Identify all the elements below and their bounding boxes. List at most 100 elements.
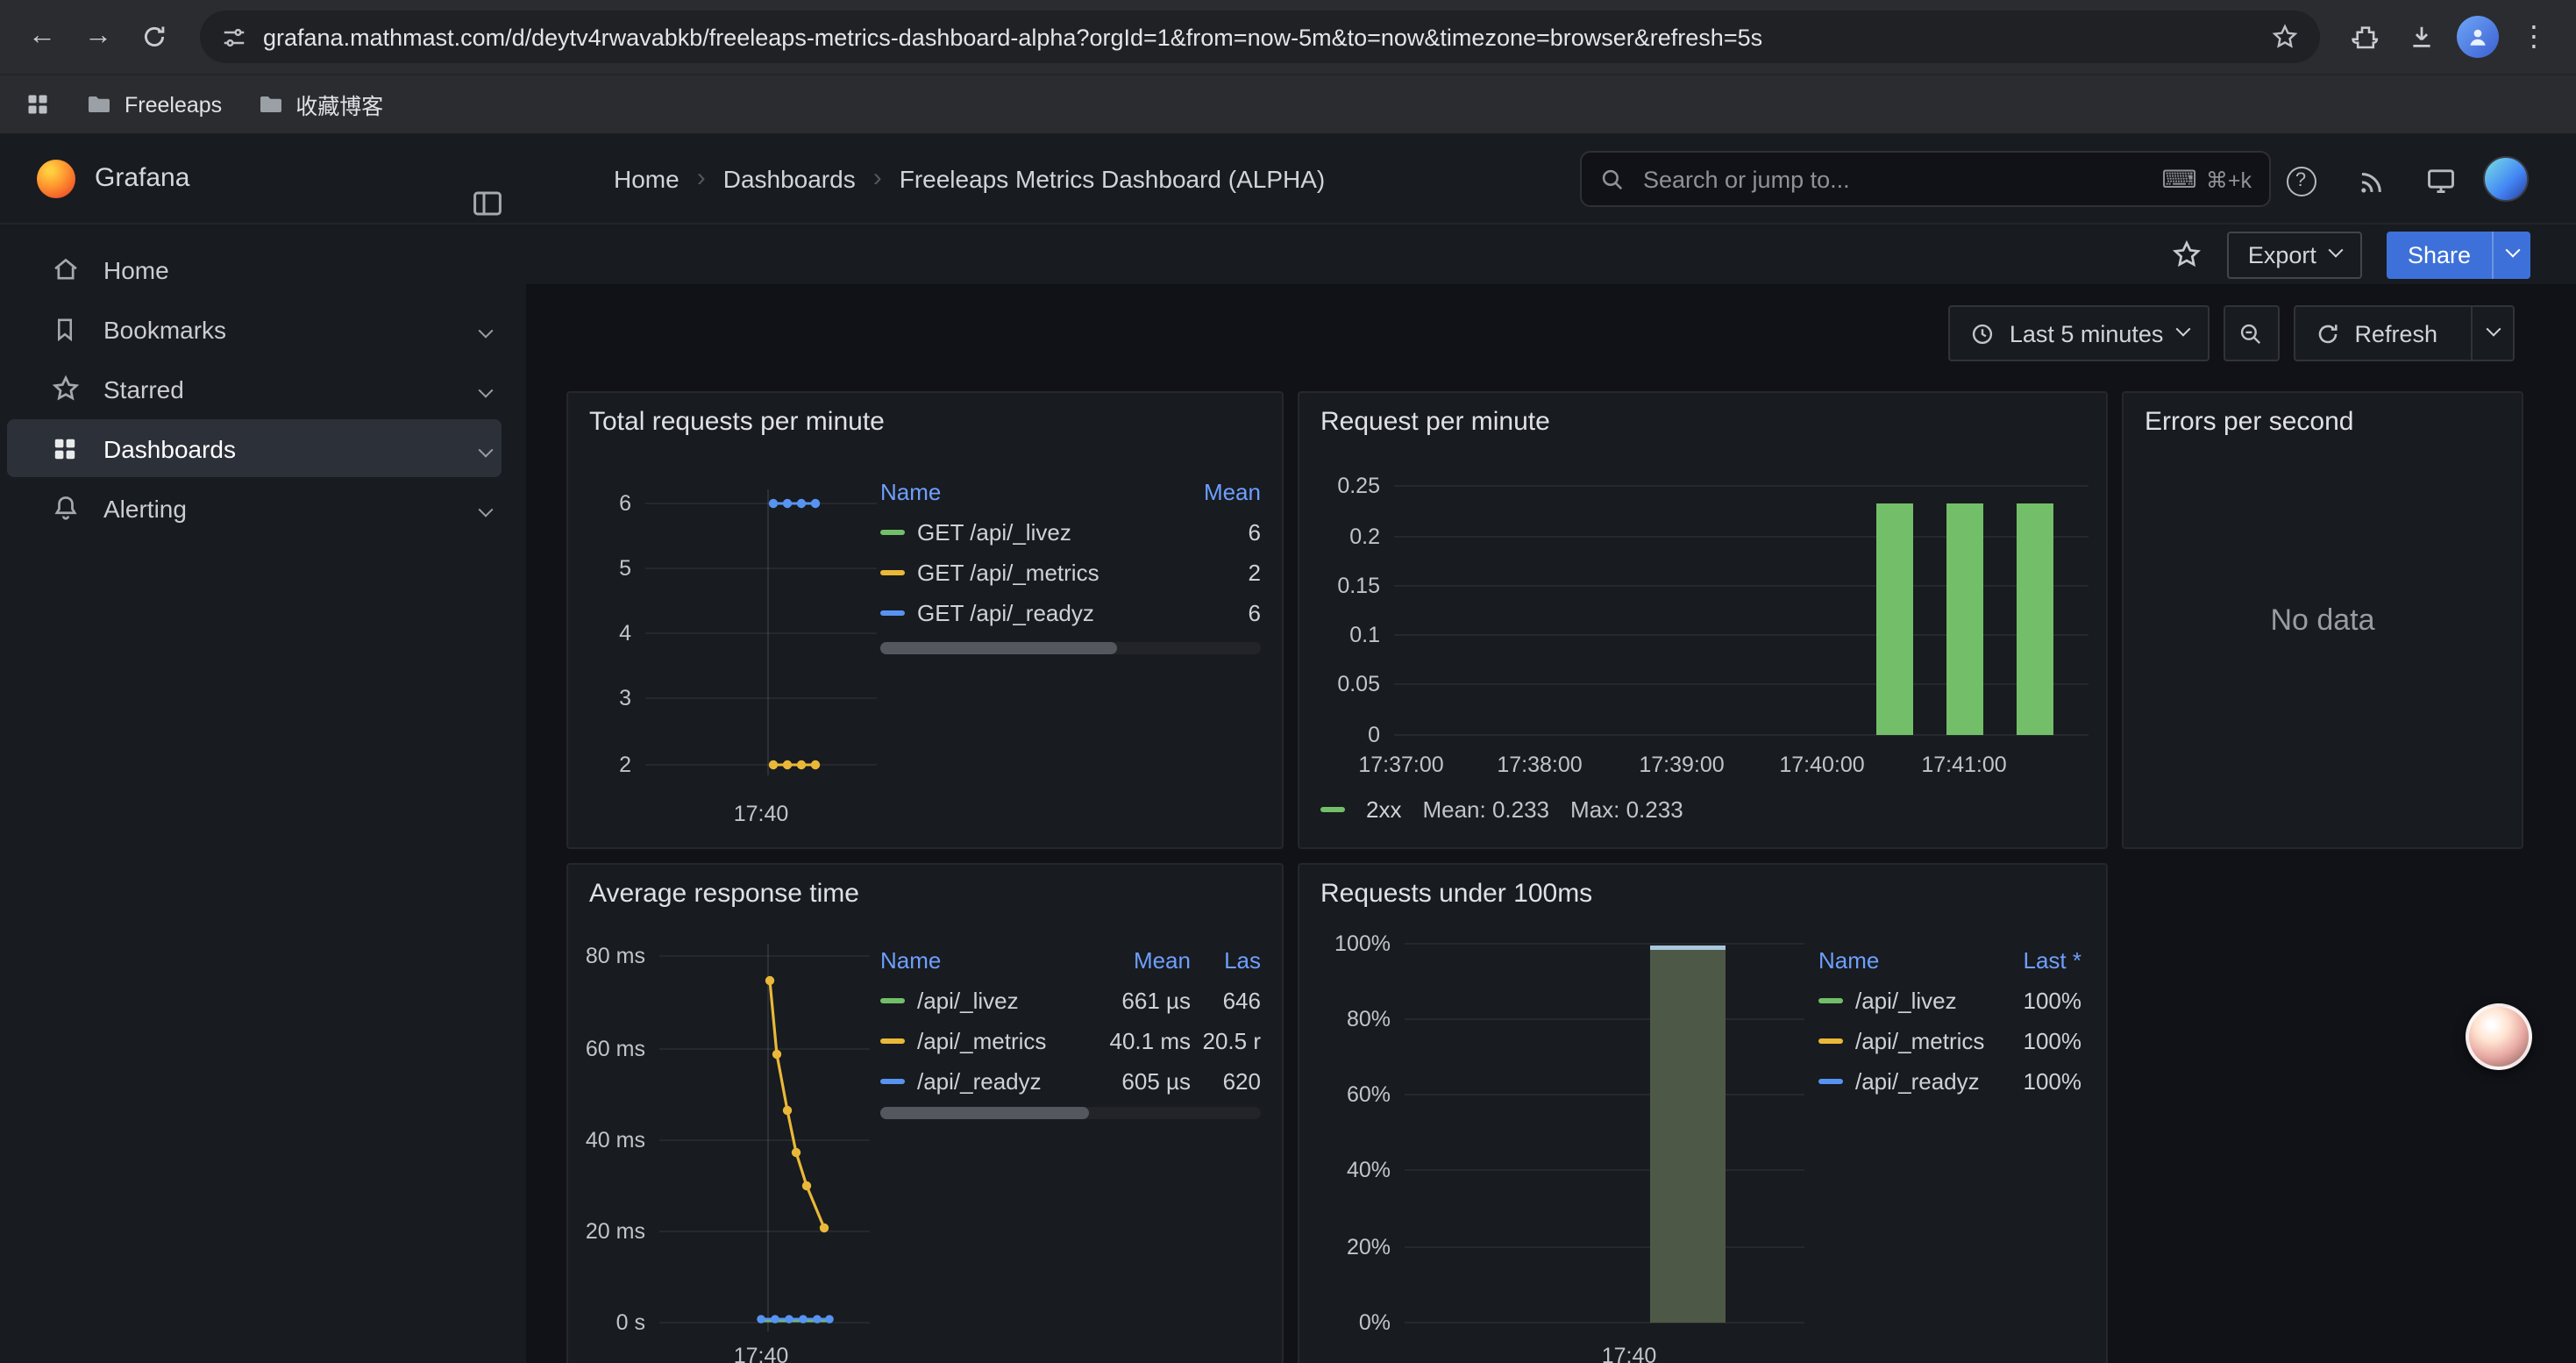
- dashboard-canvas: Last 5 minutes Refresh: [526, 284, 2576, 1363]
- chevron-down-icon[interactable]: [480, 494, 491, 522]
- share-dropdown-icon[interactable]: [2492, 231, 2530, 278]
- series-color-swatch: [880, 610, 905, 616]
- legend-row[interactable]: /api/_readyz 100%: [1818, 1061, 2081, 1102]
- legend-scrollbar[interactable]: [880, 1107, 1261, 1119]
- legend-col-name[interactable]: Name: [880, 946, 1061, 973]
- legend-table: Name Mean GET /api/_livez 6 GET /api/_me…: [880, 470, 1261, 633]
- url-text[interactable]: grafana.mathmast.com/d/deytv4rwavabkb/fr…: [263, 24, 2271, 50]
- panel-title[interactable]: Total requests per minute: [589, 407, 885, 437]
- svg-text:20 ms: 20 ms: [586, 1219, 645, 1244]
- news-rss-icon[interactable]: [2350, 160, 2392, 202]
- refresh-interval-dropdown[interactable]: [2471, 307, 2513, 360]
- reload-icon[interactable]: [130, 12, 179, 61]
- sidebar-item-alerting[interactable]: Alerting: [7, 479, 502, 537]
- legend-scrollbar[interactable]: [880, 642, 1261, 654]
- apps-grid-icon[interactable]: [25, 91, 51, 118]
- help-icon[interactable]: ?: [2280, 160, 2322, 202]
- svg-text:17:40: 17:40: [1602, 1344, 1657, 1363]
- legend-series-label[interactable]: 2xx: [1366, 796, 1401, 823]
- legend-col-last[interactable]: Las: [1191, 946, 1261, 973]
- breadcrumb: Home › Dashboards › Freeleaps Metrics Da…: [614, 163, 1325, 193]
- chevron-down-icon[interactable]: [480, 375, 491, 403]
- sidebar-toggle-icon[interactable]: [470, 185, 505, 220]
- sidebar-item-starred[interactable]: Starred: [7, 360, 502, 417]
- series-color-swatch: [880, 530, 905, 535]
- url-bar[interactable]: grafana.mathmast.com/d/deytv4rwavabkb/fr…: [200, 11, 2320, 63]
- extensions-icon[interactable]: [2341, 12, 2390, 61]
- zoom-out-icon: [2238, 320, 2264, 346]
- series-color-swatch: [1818, 998, 1843, 1003]
- svg-text:60%: 60%: [1347, 1082, 1391, 1107]
- svg-text:0%: 0%: [1359, 1310, 1391, 1335]
- folder-icon: [86, 91, 112, 118]
- legend-col-mean[interactable]: Mean: [1061, 946, 1191, 973]
- home-icon: [49, 253, 81, 285]
- chevron-down-icon[interactable]: [480, 434, 491, 462]
- display-icon[interactable]: [2420, 160, 2462, 202]
- legend-col-name[interactable]: Name: [880, 478, 1173, 504]
- forward-icon[interactable]: →: [74, 12, 123, 61]
- breadcrumb-separator: ›: [697, 163, 706, 193]
- panel-title[interactable]: Request per minute: [1320, 407, 1550, 437]
- sidebar-item-home[interactable]: Home: [7, 240, 502, 298]
- share-button[interactable]: Share: [2387, 231, 2530, 278]
- legend-row[interactable]: GET /api/_metrics 2: [880, 553, 1261, 593]
- panel-title[interactable]: Average response time: [589, 879, 859, 909]
- zoom-out-button[interactable]: [2223, 305, 2279, 361]
- svg-text:20%: 20%: [1347, 1235, 1391, 1260]
- user-avatar[interactable]: [2483, 156, 2529, 202]
- legend-col-name[interactable]: Name: [1818, 946, 1990, 973]
- download-icon[interactable]: [2397, 12, 2446, 61]
- bookmark-item[interactable]: Freeleaps: [86, 91, 222, 118]
- svg-text:0.05: 0.05: [1337, 672, 1380, 696]
- legend-row[interactable]: /api/_readyz 605 µs 620: [880, 1061, 1261, 1102]
- floating-avatar-widget[interactable]: [2466, 1003, 2532, 1070]
- back-icon[interactable]: ←: [18, 12, 67, 61]
- bookmark-star-icon[interactable]: [2271, 23, 2299, 51]
- svg-text:100%: 100%: [1334, 931, 1391, 956]
- legend-row[interactable]: /api/_metrics 40.1 ms 20.5 r: [880, 1021, 1261, 1061]
- sidebar-item-bookmarks[interactable]: Bookmarks: [7, 300, 502, 358]
- scrollbar-thumb[interactable]: [880, 642, 1116, 654]
- sidebar-item-dashboards[interactable]: Dashboards: [7, 419, 502, 477]
- grafana-logo[interactable]: [37, 159, 75, 197]
- browser-toolbar: ← → grafana.mathmast.com/d/deytv4rwavabk…: [0, 0, 2576, 74]
- legend-row[interactable]: /api/_livez 661 µs 646: [880, 981, 1261, 1021]
- request-per-minute-chart[interactable]: 0.25 0.2 0.15 0.1 0.05 0 17:37:00 17:38:…: [1299, 393, 2110, 851]
- legend-col-last[interactable]: Last *: [1990, 946, 2081, 973]
- breadcrumb-dashboards[interactable]: Dashboards: [723, 164, 856, 192]
- svg-text:17:37:00: 17:37:00: [1358, 753, 1443, 777]
- legend-row[interactable]: /api/_metrics 100%: [1818, 1021, 2081, 1061]
- no-data-message: No data: [2124, 393, 2522, 847]
- favorite-star-icon[interactable]: [2171, 239, 2202, 270]
- svg-text:0.1: 0.1: [1349, 623, 1380, 647]
- search-bar[interactable]: ⌨ ⌘+k: [1580, 151, 2271, 207]
- legend-col-mean[interactable]: Mean: [1173, 478, 1261, 504]
- site-info-icon[interactable]: [221, 24, 247, 50]
- dashboards-grid-icon: [49, 432, 81, 464]
- chevron-down-icon[interactable]: [480, 315, 491, 343]
- search-shortcut: ⌨ ⌘+k: [2161, 164, 2252, 194]
- series-color-swatch: [1818, 1038, 1843, 1044]
- time-range-picker[interactable]: Last 5 minutes: [1948, 305, 2210, 361]
- profile-avatar[interactable]: [2453, 12, 2502, 61]
- legend-row[interactable]: GET /api/_livez 6: [880, 512, 1261, 553]
- svg-text:40 ms: 40 ms: [586, 1128, 645, 1152]
- series-color-swatch: [880, 998, 905, 1003]
- scrollbar-thumb[interactable]: [880, 1107, 1090, 1119]
- refresh-button[interactable]: Refresh: [2293, 305, 2515, 361]
- panel-request-per-minute: Request per minute 0.25 0.2 0.15 0.1: [1298, 391, 2108, 849]
- search-input[interactable]: [1640, 164, 2147, 194]
- export-button[interactable]: Export: [2227, 231, 2362, 278]
- browser-menu-icon[interactable]: ⋮: [2509, 12, 2558, 61]
- panel-title[interactable]: Requests under 100ms: [1320, 879, 1592, 909]
- bookmark-item[interactable]: 收藏博客: [257, 88, 383, 121]
- legend-row[interactable]: /api/_livez 100%: [1818, 981, 2081, 1021]
- breadcrumb-separator: ›: [873, 163, 882, 193]
- search-icon: [1599, 166, 1626, 192]
- svg-text:80 ms: 80 ms: [586, 944, 645, 968]
- bookmark-icon: [49, 313, 81, 345]
- breadcrumb-home[interactable]: Home: [614, 164, 680, 192]
- sidebar-nav: Home Bookmarks Starred Dashbo: [0, 225, 526, 1363]
- legend-row[interactable]: GET /api/_readyz 6: [880, 593, 1261, 633]
